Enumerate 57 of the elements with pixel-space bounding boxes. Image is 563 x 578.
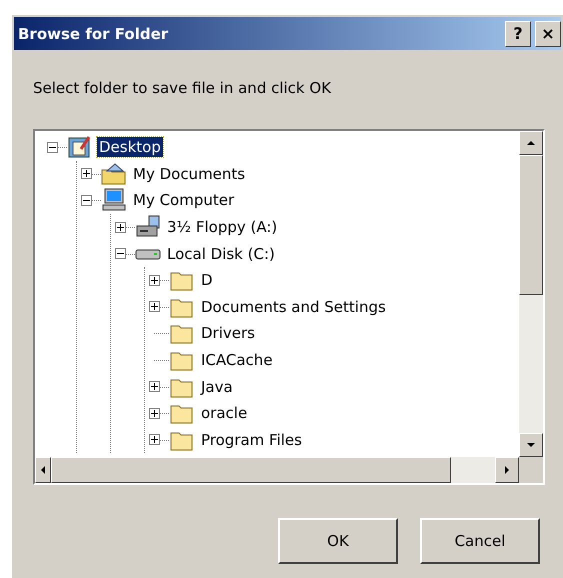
horizontal-scrollbar[interactable] [35, 457, 519, 483]
expand-icon[interactable] [149, 434, 160, 446]
up-arrow-icon [527, 139, 535, 147]
folder-name: 3½ Floppy (A:) [166, 217, 278, 238]
folder-name: Documents and Settings [200, 296, 387, 317]
folder-name: Drivers [200, 323, 256, 344]
expand-icon[interactable] [149, 301, 160, 312]
tree-item[interactable]: Documents and Settings [145, 294, 519, 320]
folder-name: D [200, 270, 214, 290]
tree-item[interactable]: Desktop [43, 134, 519, 161]
folder-documents-icon [101, 162, 127, 186]
vertical-scrollbar[interactable] [519, 131, 543, 457]
scroll-down-button[interactable] [519, 433, 543, 457]
scroll-right-button[interactable] [495, 457, 519, 483]
collapse-icon[interactable] [115, 248, 126, 260]
window-title: Browse for Folder [18, 24, 170, 42]
folder-name: My Computer [132, 190, 236, 210]
tree-item[interactable]: Java [145, 373, 519, 400]
collapse-icon[interactable] [81, 194, 92, 206]
collapse-icon[interactable] [47, 142, 58, 153]
scroll-up-button[interactable] [519, 131, 543, 155]
tree-item[interactable]: Program Files [145, 426, 519, 454]
expand-icon[interactable] [81, 168, 92, 180]
tree-item[interactable]: My Computer [77, 187, 519, 214]
computer-icon [101, 188, 127, 212]
folder-name: Desktop [97, 137, 163, 158]
expand-icon[interactable] [149, 408, 160, 419]
floppy-drive-icon [135, 215, 161, 240]
tree-item[interactable]: Local Disk (C:) [111, 240, 519, 267]
down-arrow-icon [527, 441, 535, 449]
expand-icon[interactable] [115, 222, 126, 233]
desktop-icon [67, 135, 93, 160]
cancel-button[interactable]: Cancel [420, 518, 540, 564]
expand-icon[interactable] [149, 274, 160, 286]
help-button[interactable]: ? [505, 20, 531, 46]
folder-name: Program Files [200, 430, 303, 450]
folder-name: oracle [200, 403, 248, 424]
ok-button[interactable]: OK [278, 518, 398, 564]
instruction-text: Select folder to save file in and click OK [33, 79, 332, 99]
tree-item[interactable]: oracle [145, 400, 519, 427]
scrollbar-corner [519, 457, 543, 483]
right-arrow-icon [503, 466, 511, 474]
close-button[interactable]: × [535, 20, 561, 46]
expand-icon[interactable] [149, 381, 160, 392]
tree-item[interactable]: D [145, 266, 519, 294]
folder-name: ICACache [200, 350, 274, 370]
folder-name: My Documents [132, 164, 246, 184]
folder-name: Java [199, 376, 234, 397]
tree-item[interactable]: Drivers [145, 320, 519, 347]
folder-name: Local Disk (C:) [166, 244, 276, 264]
tree-item[interactable]: ICACache [145, 346, 519, 374]
scroll-left-button[interactable] [35, 457, 51, 483]
tree-item[interactable]: 3½ Floppy (A:) [111, 214, 519, 240]
left-arrow-icon [39, 466, 47, 474]
tree-item[interactable]: My Documents [77, 160, 519, 188]
scroll-thumb[interactable] [51, 457, 451, 483]
scroll-thumb[interactable] [519, 155, 543, 295]
